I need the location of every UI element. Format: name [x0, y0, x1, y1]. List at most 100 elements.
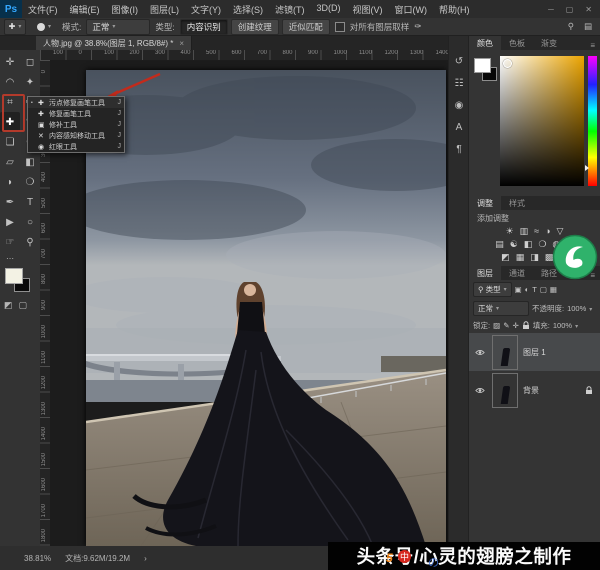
zoom-percent-field[interactable]: 38.81% — [24, 554, 51, 563]
lasso-tool[interactable]: ◠ — [0, 72, 20, 92]
lock-icon-1[interactable]: ✎ — [503, 321, 509, 330]
history-panel-icon[interactable]: ↺ — [449, 50, 469, 72]
layer-thumbnail[interactable] — [492, 335, 518, 370]
marquee-tool[interactable]: ◻ — [20, 52, 40, 72]
layers-tab-图层[interactable]: 图层 — [469, 266, 501, 280]
invert-icon[interactable]: ◩ — [501, 251, 510, 264]
menu-item-10[interactable]: 帮助(H) — [433, 3, 476, 16]
pen-pressure-icon[interactable]: ✑ — [414, 21, 421, 32]
current-tool-icon[interactable]: ✚ — [4, 19, 26, 35]
screen-mode-icon[interactable]: ▢ — [19, 300, 28, 311]
layers-tab-通道[interactable]: 通道 — [501, 266, 533, 280]
layer-row-图层 1[interactable]: 图层 1 — [469, 333, 600, 371]
menu-item-2[interactable]: 图像(I) — [106, 3, 145, 16]
photo-filter-icon[interactable]: ❍ — [538, 238, 546, 251]
blur-tool[interactable]: ◗ — [0, 172, 20, 192]
saturation-brightness-field[interactable] — [500, 56, 584, 186]
quick-selection-tool[interactable]: ✦ — [20, 72, 40, 92]
color-tab-颜色[interactable]: 颜色 — [469, 36, 501, 50]
menu-item-9[interactable]: 窗口(W) — [389, 3, 434, 16]
menu-item-1[interactable]: 编辑(E) — [64, 3, 106, 16]
layer-filter-icon-4[interactable]: ▦ — [550, 285, 557, 294]
type-button-内容识别[interactable]: 内容识别 — [180, 19, 228, 35]
flyout-item-2[interactable]: ▣修补工具J — [28, 119, 124, 130]
color-tab-渐变[interactable]: 渐变 — [533, 36, 565, 50]
color-panel-menu-icon[interactable]: ≡ — [590, 41, 600, 50]
edit-toolbar-icon[interactable]: ⋯ — [0, 254, 20, 263]
black-white-icon[interactable]: ◧ — [524, 238, 533, 251]
mode-select[interactable]: 正常 — [86, 19, 150, 35]
dodge-tool[interactable]: ❍ — [20, 172, 40, 192]
levels-icon[interactable]: ▥ — [520, 225, 529, 238]
flyout-item-3[interactable]: ✕内容感知移动工具J — [28, 130, 124, 141]
threshold-icon[interactable]: ◨ — [530, 251, 539, 264]
minimize-button[interactable]: ─ — [548, 5, 554, 14]
lock-icon-2[interactable]: ✛ — [512, 321, 518, 330]
path-selection-tool[interactable]: ▶ — [0, 212, 20, 232]
layer-filter-icon-3[interactable]: ▢ — [540, 285, 547, 294]
layer-row-背景[interactable]: 背景 — [469, 371, 600, 409]
hue-slider-marker[interactable] — [585, 165, 589, 171]
quick-mask-icon[interactable]: ◩ — [4, 300, 13, 311]
zoom-tool[interactable]: ⚲ — [20, 232, 40, 252]
properties-panel-icon[interactable]: ☷ — [449, 72, 469, 94]
shape-tool[interactable]: ○ — [20, 212, 40, 232]
layer-filter-icon-0[interactable]: ▣ — [515, 285, 522, 294]
hue-slider-bar[interactable] — [588, 56, 597, 186]
search-icon[interactable]: ⚲ — [568, 21, 574, 32]
flyout-item-0[interactable]: •✚污点修复画笔工具J — [28, 97, 124, 108]
type-button-近似匹配[interactable]: 近似匹配 — [282, 19, 330, 35]
menu-item-3[interactable]: 图层(L) — [144, 3, 185, 16]
tab-close-icon[interactable]: × — [179, 39, 184, 48]
maximize-button[interactable]: ▢ — [566, 5, 574, 14]
layer-thumbnail[interactable] — [492, 373, 518, 408]
layer-filter-select[interactable]: ⚲ 类型 — [473, 282, 512, 297]
menu-item-8[interactable]: 视图(V) — [347, 3, 389, 16]
type-tool[interactable]: T — [20, 192, 40, 212]
hue-saturation-icon[interactable]: ▤ — [495, 238, 504, 251]
menu-item-4[interactable]: 文字(Y) — [185, 3, 227, 16]
curves-icon[interactable]: ≈ — [534, 225, 539, 238]
move-tool[interactable]: ✛ — [0, 52, 20, 72]
panel-foreground-swatch[interactable] — [474, 58, 491, 73]
brush-preset-picker[interactable] — [31, 20, 57, 34]
clone-stamp-tool[interactable]: ❏ — [0, 132, 20, 152]
document-tab[interactable]: 人物.jpg @ 38.8%(图层 1, RGB/8#) * × — [36, 36, 192, 50]
workspace-switcher-icon[interactable]: ▤ — [584, 21, 592, 32]
opacity-value[interactable]: 100% — [567, 304, 592, 313]
status-chevron-icon[interactable]: › — [144, 554, 147, 563]
paragraph-panel-icon[interactable]: ¶ — [449, 138, 469, 160]
menu-item-5[interactable]: 选择(S) — [227, 3, 269, 16]
visibility-eye-icon[interactable] — [475, 387, 485, 394]
hand-tool[interactable]: ☞ — [0, 232, 20, 252]
layer-filter-icon-2[interactable]: T — [532, 285, 537, 294]
adjustments-tab-样式[interactable]: 样式 — [501, 196, 533, 210]
visibility-eye-icon[interactable] — [475, 349, 485, 356]
menu-item-7[interactable]: 3D(D) — [311, 3, 347, 16]
brightness-contrast-icon[interactable]: ☀ — [506, 225, 514, 238]
exposure-icon[interactable]: ◑ — [545, 225, 550, 238]
character-panel-icon[interactable]: A — [449, 116, 469, 138]
color-balance-icon[interactable]: ☯ — [510, 238, 518, 251]
flyout-item-1[interactable]: ✚修复画笔工具J — [28, 108, 124, 119]
foreground-color-swatch[interactable] — [5, 268, 23, 284]
color-picker-marker[interactable] — [503, 59, 512, 68]
sample-all-layers-checkbox[interactable] — [335, 22, 345, 32]
color-tab-色板[interactable]: 色板 — [501, 36, 533, 50]
lock-icon-0[interactable]: ▨ — [493, 321, 500, 330]
gradient-tool[interactable]: ◧ — [20, 152, 40, 172]
menu-item-6[interactable]: 滤镜(T) — [269, 3, 311, 16]
fill-value[interactable]: 100% — [553, 321, 578, 330]
pen-tool[interactable]: ✒ — [0, 192, 20, 212]
type-button-创建纹理[interactable]: 创建纹理 — [231, 19, 279, 35]
posterize-icon[interactable]: ▦ — [516, 251, 525, 264]
menu-item-0[interactable]: 文件(F) — [22, 3, 64, 16]
visibility-toggle[interactable] — [473, 387, 487, 394]
adjustments-tab-调整[interactable]: 调整 — [469, 196, 501, 210]
close-button[interactable]: ✕ — [585, 5, 592, 14]
blend-mode-select[interactable]: 正常 — [473, 301, 529, 316]
eraser-tool[interactable]: ▱ — [0, 152, 20, 172]
visibility-toggle[interactable] — [473, 349, 487, 356]
photo-document[interactable] — [86, 70, 446, 546]
flyout-item-4[interactable]: ◉红眼工具J — [28, 141, 124, 152]
